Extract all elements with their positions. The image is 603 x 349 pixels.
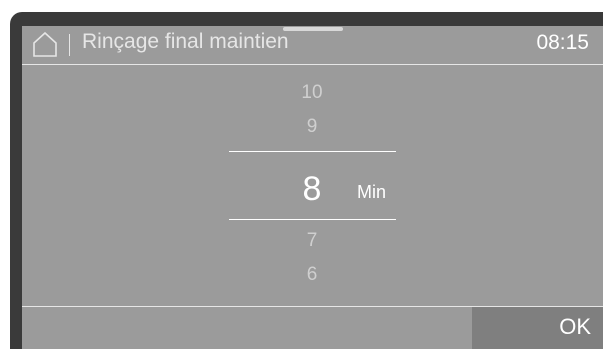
device-frame: Rinçage final maintien 08:15 10 9 8 Min … bbox=[0, 0, 603, 349]
picker-option[interactable]: 7 bbox=[232, 230, 392, 252]
page-title: Rinçage final maintien bbox=[82, 30, 289, 53]
title-divider bbox=[69, 34, 70, 56]
ok-button[interactable]: OK bbox=[472, 307, 603, 349]
swipe-handle[interactable] bbox=[283, 27, 343, 31]
selection-line-bottom bbox=[229, 219, 396, 220]
picker-option[interactable]: 10 bbox=[232, 82, 392, 104]
picker-option[interactable]: 6 bbox=[232, 264, 392, 286]
header-divider bbox=[22, 64, 603, 65]
selection-line-top bbox=[229, 151, 396, 152]
picker-option[interactable]: 9 bbox=[232, 116, 392, 138]
home-icon[interactable] bbox=[32, 31, 58, 57]
ok-button-label: OK bbox=[559, 314, 591, 339]
header-bar: Rinçage final maintien 08:15 bbox=[22, 26, 603, 64]
display-screen: Rinçage final maintien 08:15 10 9 8 Min … bbox=[22, 26, 603, 349]
selected-value[interactable]: 8 bbox=[292, 170, 332, 209]
clock: 08:15 bbox=[536, 31, 589, 54]
unit-label: Min bbox=[357, 182, 387, 202]
